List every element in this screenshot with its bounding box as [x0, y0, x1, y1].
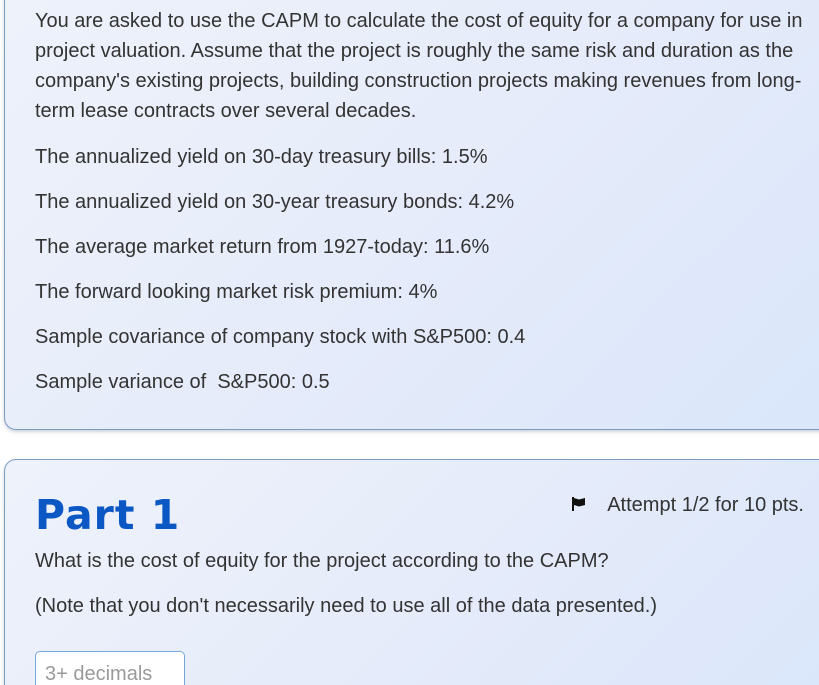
fact-average-market-return: The average market return from 1927-toda… — [35, 236, 490, 258]
part-title: Part 1 — [35, 491, 181, 539]
attempt-label: Attempt 1/2 for 10 pts. — [607, 493, 804, 516]
attempt-info: Attempt 1/2 for 10 pts. — [571, 490, 804, 520]
problem-intro: You are asked to use the CAPM to calcula… — [35, 10, 803, 122]
question-note: (Note that you don't necessarily need to… — [35, 595, 657, 617]
fact-sample-variance: Sample variance of S&P500: 0.5 — [35, 371, 330, 393]
fact-sample-covariance: Sample covariance of company stock with … — [35, 326, 526, 348]
question-text: What is the cost of equity for the proje… — [35, 550, 609, 572]
fact-market-risk-premium: The forward looking market risk premium:… — [35, 281, 438, 303]
fact-tbond-yield: The annualized yield on 30-year treasury… — [35, 191, 515, 213]
answer-input[interactable] — [35, 651, 185, 685]
flag-icon[interactable] — [571, 495, 587, 511]
fact-tbill-yield: The annualized yield on 30-day treasury … — [35, 146, 488, 168]
